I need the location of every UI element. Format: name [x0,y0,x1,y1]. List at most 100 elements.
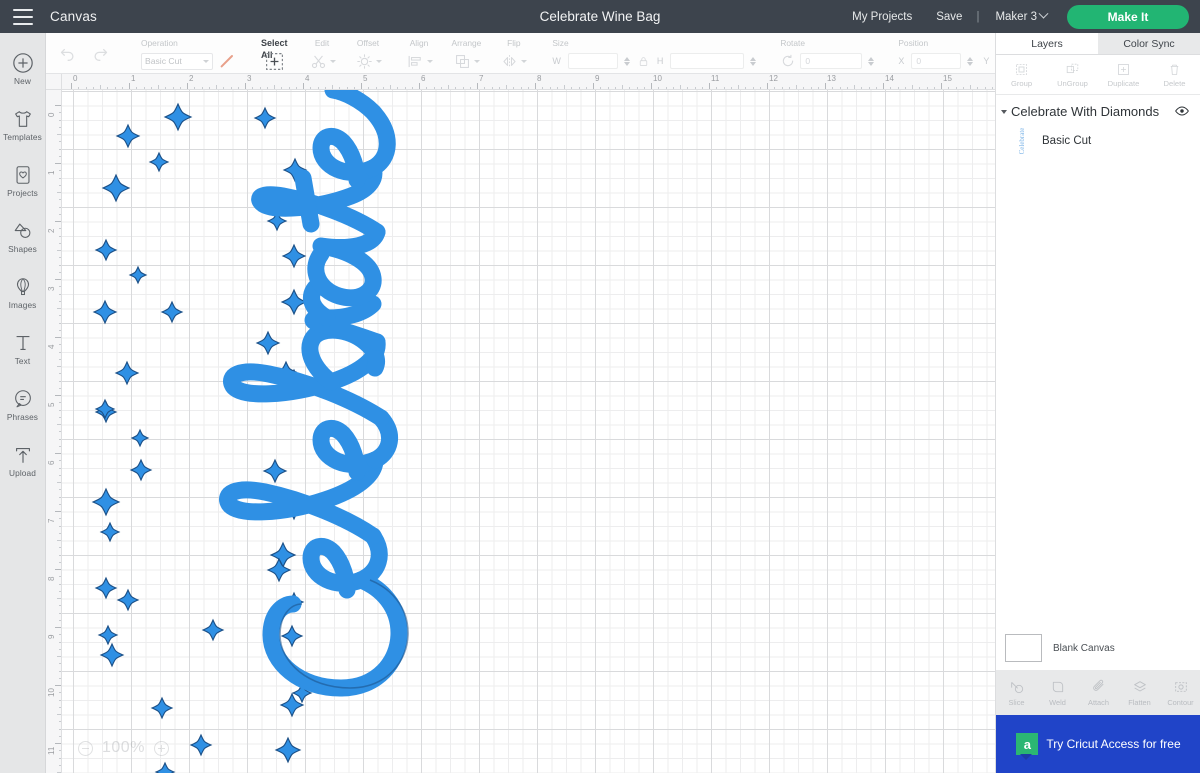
select-all-icon[interactable] [264,51,285,72]
operation-caption: Operation [141,38,178,48]
ruler-minor-mark [57,598,61,599]
horizontal-ruler: 012345678910111213141516 [46,74,995,90]
offset-button[interactable] [355,49,382,73]
ruler-tick: 1 [131,74,136,83]
sidebar-item-projects[interactable]: Projects [0,153,46,209]
canvas-grid[interactable] [62,90,995,773]
sidebar-item-templates[interactable]: Templates [0,97,46,153]
x-input[interactable]: 0 [911,53,962,69]
ruler-minor-mark [59,402,61,404]
ruler-minor-mark [520,87,522,89]
my-projects-link[interactable]: My Projects [840,11,924,23]
height-stepper[interactable] [750,56,757,66]
speech-bubble-icon [14,390,31,408]
ruler-minor-mark [912,85,913,89]
zoom-out-icon[interactable] [78,740,93,756]
group-button[interactable]: Group [996,55,1047,94]
ruler-minor-mark [701,87,703,89]
ungroup-button[interactable]: UnGroup [1047,55,1098,94]
edit-button[interactable] [309,49,336,73]
delete-label: Delete [1163,78,1186,88]
ruler-minor-mark [59,438,61,440]
sidebar-item-phrases[interactable]: Phrases [0,377,46,433]
ruler-tick: 9 [47,634,56,639]
flatten-button[interactable]: Flatten [1119,670,1160,715]
cricut-access-promo[interactable]: a Try Cricut Access for free [996,715,1200,773]
ruler-major-mark [593,83,594,89]
ruler-minor-mark [59,170,61,172]
ruler-minor-mark [59,155,61,157]
pencil-line-icon[interactable] [217,51,237,71]
weld-button[interactable]: Weld [1037,670,1078,715]
contour-button[interactable]: Contour [1160,670,1200,715]
lock-icon[interactable] [637,55,650,68]
ruler-minor-mark [549,87,551,89]
ruler-minor-mark [839,87,841,89]
ruler-tick: 11 [47,746,56,755]
ruler-minor-mark [339,87,341,89]
zoom-in-icon[interactable] [153,740,169,756]
ruler-major-mark [71,83,72,89]
hamburger-menu-icon[interactable] [0,0,46,33]
width-input[interactable] [567,53,618,69]
duplicate-button[interactable]: Duplicate [1098,55,1149,94]
arrange-button[interactable] [453,49,480,73]
ruler-minor-mark [310,87,312,89]
sidebar-item-text[interactable]: Text [0,321,46,377]
height-input[interactable] [670,53,745,69]
ruler-minor-mark [636,87,638,89]
ungroup-label: UnGroup [1057,78,1088,88]
ruler-minor-mark [433,87,435,89]
slice-button[interactable]: Slice [996,670,1037,715]
eye-icon[interactable] [1174,103,1190,119]
sidebar-item-new[interactable]: New [0,41,46,97]
align-button[interactable] [406,49,433,73]
chevron-down-icon [1038,8,1049,19]
ruler-minor-mark [59,605,61,607]
ruler-major-mark [767,83,768,89]
blank-canvas-swatch[interactable] [1005,634,1042,662]
width-stepper[interactable] [623,56,630,66]
sidebar-item-shapes[interactable]: Shapes [0,209,46,265]
ruler-major-mark [55,569,61,570]
ruler-corner [46,74,62,90]
canvas-selector[interactable]: Blank Canvas [996,626,1200,670]
attach-paperclip-icon [1092,679,1103,691]
chevron-down-icon [473,59,480,63]
make-it-button[interactable]: Make It [1067,4,1189,29]
contour-icon [1174,681,1187,692]
ruler-minor-mark [854,85,855,89]
save-button[interactable]: Save [924,11,974,23]
x-stepper[interactable] [967,56,974,66]
triangle-down-icon[interactable] [1001,110,1007,114]
ruler-minor-mark [59,576,61,578]
operation-select[interactable]: Basic Cut [141,52,213,70]
flip-button[interactable] [500,49,528,73]
layer-item-basic-cut[interactable]: Celebrate Basic Cut [996,119,1200,154]
delete-button[interactable]: Delete [1149,55,1200,94]
ruler-minor-mark [382,87,384,89]
attach-button[interactable]: Attach [1078,670,1119,715]
tab-layers[interactable]: Layers [996,33,1098,54]
rotate-input[interactable]: 0 [800,53,863,69]
ruler-minor-mark [585,87,587,89]
layer-group-header[interactable]: Celebrate With Diamonds [996,95,1200,119]
ruler-minor-mark [977,87,979,89]
ruler-minor-mark [556,87,558,89]
ruler-minor-mark [672,87,674,89]
ruler-minor-mark [59,518,61,520]
undo-icon[interactable] [58,44,77,63]
ruler-minor-mark [948,87,950,89]
ruler-major-mark [55,743,61,744]
redo-icon[interactable] [91,44,110,63]
ruler-tick: 1 [47,170,56,175]
tab-color-sync[interactable]: Color Sync [1098,33,1200,54]
machine-selector[interactable]: Maker 3 [981,8,1053,23]
chevron-down-icon [426,59,433,63]
sidebar-item-images[interactable]: Images [0,265,46,321]
history-controls [46,33,122,73]
rotate-icon[interactable] [780,53,796,69]
rotate-stepper[interactable] [868,56,875,66]
sidebar-item-upload[interactable]: Upload [0,433,46,489]
size-group: Size W H [544,33,763,73]
